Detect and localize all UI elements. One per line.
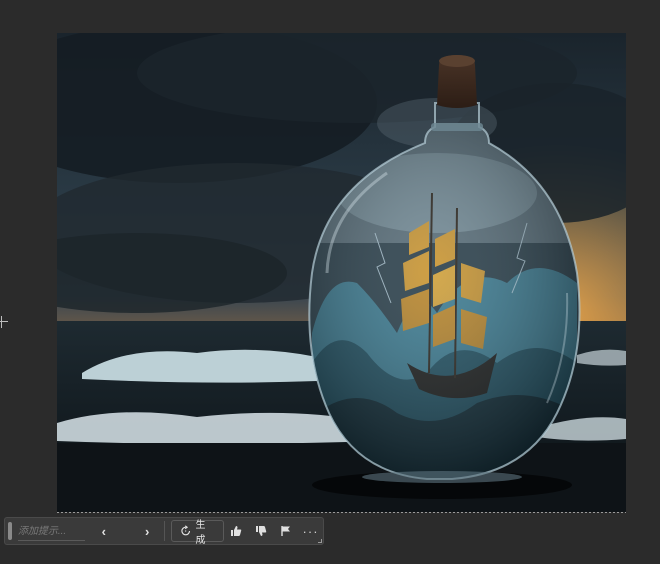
- selection-marquee-edge: [57, 512, 626, 513]
- canvas-area: ‹ › 生成: [0, 0, 660, 564]
- like-button[interactable]: [224, 520, 249, 542]
- flag-icon: [280, 526, 290, 536]
- refresh-sparkle-icon: [181, 525, 191, 536]
- generated-image[interactable]: [57, 33, 626, 512]
- thumbs-down-icon: [255, 526, 267, 536]
- prompt-field-wrapper: [17, 521, 85, 541]
- more-icon: ···: [302, 523, 319, 539]
- thumbs-up-icon: [230, 526, 242, 536]
- taskbar-drag-handle[interactable]: [8, 522, 12, 540]
- previous-variation-button[interactable]: ‹: [97, 522, 111, 540]
- crosshair-cursor-icon: [0, 316, 8, 328]
- image-artwork: [57, 33, 626, 512]
- report-button[interactable]: [273, 520, 298, 542]
- generate-label: 生成: [195, 520, 206, 546]
- next-variation-button[interactable]: ›: [140, 522, 154, 540]
- prompt-input[interactable]: [17, 522, 85, 540]
- variation-navigator: ‹ ›: [91, 521, 160, 541]
- contextual-taskbar: ‹ › 生成: [4, 517, 324, 546]
- prompt-underline: [17, 540, 85, 541]
- divider: [164, 521, 166, 541]
- dislike-button[interactable]: [248, 520, 273, 542]
- generate-button[interactable]: 生成: [171, 520, 224, 546]
- taskbar-corner-indicator: [318, 539, 322, 543]
